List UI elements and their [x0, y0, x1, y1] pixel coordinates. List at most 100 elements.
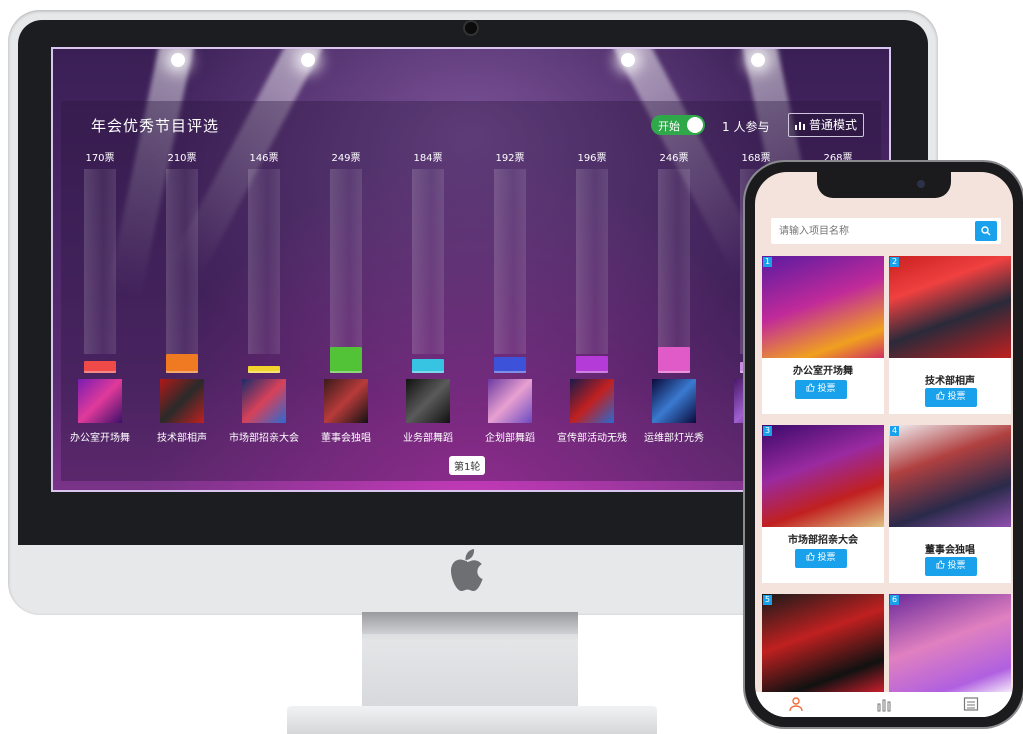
program-name-label: 企划部舞蹈	[485, 433, 535, 444]
search-button[interactable]	[975, 221, 997, 241]
phone-screen: 1办公室开场舞投票2技术部相声投票3市场部招亲大会投票4董事会独唱投票56	[755, 172, 1013, 717]
program-thumbnail	[242, 379, 286, 423]
vote-count-label: 146票	[249, 153, 279, 164]
program-number-badge: 6	[890, 595, 900, 605]
bar-track	[576, 169, 608, 354]
vote-button[interactable]: 投票	[795, 549, 847, 568]
vote-bar	[658, 347, 690, 373]
round-label: 第1轮	[449, 456, 486, 475]
vote-count-label: 249票	[331, 153, 361, 164]
program-photo	[889, 256, 1011, 358]
program-name-label: 办公室开场舞	[70, 433, 130, 444]
program-card[interactable]: 2 技术部相声 投票	[889, 256, 1011, 414]
mode-button-label: 普通模式	[809, 118, 858, 132]
program-bar-column: 170票办公室开场舞	[70, 149, 130, 449]
vote-button-label: 投票	[817, 553, 836, 563]
program-bar-column: 249票董事会独唱	[321, 149, 371, 449]
phone-notch	[817, 172, 951, 198]
program-thumbnail	[488, 379, 532, 423]
program-title: 办公室开场舞	[793, 366, 853, 377]
front-camera-icon	[917, 180, 925, 188]
toggle-label: 开始	[658, 120, 680, 133]
bar-track	[412, 169, 444, 354]
thumbs-up-icon	[806, 552, 816, 561]
vote-count-label: 192票	[495, 153, 525, 164]
program-name-label: 董事会独唱	[321, 433, 371, 444]
bar-chart-icon	[795, 121, 805, 130]
program-bar-column: 246票运维部灯光秀	[644, 149, 704, 449]
program-card[interactable]: 1 办公室开场舞投票	[762, 256, 884, 414]
bar-track	[494, 169, 526, 354]
vote-count-label: 168票	[741, 153, 771, 164]
vote-button[interactable]: 投票	[795, 380, 847, 399]
program-photo	[762, 256, 884, 358]
program-number-badge: 3	[763, 426, 773, 436]
program-photo	[762, 594, 884, 696]
program-title: 市场部招亲大会	[788, 535, 858, 546]
participant-count: 1 人参与	[722, 120, 770, 134]
program-bar-column: 184票业务部舞蹈	[403, 149, 453, 449]
program-card[interactable]: 4 董事会独唱投票	[889, 425, 1011, 583]
program-number-badge: 1	[763, 257, 773, 267]
vote-button[interactable]: 投票	[925, 388, 977, 407]
program-bar-column: 146票市场部招亲大会	[229, 149, 299, 449]
toggle-knob	[687, 117, 703, 133]
users-tab-icon[interactable]	[789, 696, 805, 712]
vote-bar	[576, 356, 608, 373]
imac-stand-base	[287, 706, 657, 734]
program-name-label: 市场部招亲大会	[229, 433, 299, 444]
program-name-label: 技术部相声	[157, 433, 207, 444]
program-photo	[762, 425, 884, 527]
program-number-badge: 5	[763, 595, 773, 605]
vote-count-label: 184票	[413, 153, 443, 164]
vote-count-label: 246票	[659, 153, 689, 164]
phone-frame: 1办公室开场舞投票2技术部相声投票3市场部招亲大会投票4董事会独唱投票56	[745, 162, 1023, 727]
bar-track	[248, 169, 280, 354]
program-number-badge: 2	[890, 257, 900, 267]
vote-bar	[330, 347, 362, 373]
vote-count-label: 170票	[85, 153, 115, 164]
vote-button-label: 投票	[947, 561, 966, 571]
program-thumbnail	[324, 379, 368, 423]
program-photo	[889, 425, 1011, 527]
vote-bar	[494, 357, 526, 373]
start-toggle[interactable]: 开始	[651, 115, 705, 135]
bottom-tab-bar	[755, 692, 1013, 717]
program-title: 董事会独唱	[925, 545, 975, 556]
thumbs-up-icon	[936, 391, 946, 400]
program-bar-column: 196票 宣传部活动无残	[557, 149, 627, 449]
vote-button[interactable]: 投票	[925, 557, 977, 576]
search-icon	[981, 226, 991, 236]
mode-button[interactable]: 普通模式	[788, 113, 865, 137]
program-name-label: 宣传部活动无残	[557, 433, 627, 444]
bar-track	[330, 169, 362, 354]
vote-bar	[412, 359, 444, 373]
apple-logo-icon	[451, 549, 483, 591]
bar-track	[166, 169, 198, 354]
vote-bar	[166, 354, 198, 373]
program-bar-column: 192票企划部舞蹈	[485, 149, 535, 449]
program-bar-column: 210票 技术部相声	[157, 149, 207, 449]
search-bar	[771, 218, 1001, 244]
thumbs-up-icon	[806, 383, 816, 392]
program-thumbnail	[652, 379, 696, 423]
program-name-label: 业务部舞蹈	[403, 433, 453, 444]
program-card[interactable]: 3 市场部招亲大会投票	[762, 425, 884, 583]
imac-stand-shadow	[362, 612, 578, 634]
search-input[interactable]	[771, 218, 987, 244]
program-number-badge: 4	[890, 426, 900, 436]
program-thumbnail	[406, 379, 450, 423]
program-thumbnail	[78, 379, 122, 423]
program-photo	[889, 594, 1011, 696]
thumbs-up-icon	[936, 560, 946, 569]
program-thumbnail	[160, 379, 204, 423]
page-title: 年会优秀节目评选	[91, 117, 220, 135]
vote-bar	[84, 361, 116, 373]
vote-bar	[248, 366, 280, 373]
bar-track	[84, 169, 116, 354]
chart-tab-icon[interactable]	[876, 696, 892, 712]
list-tab-icon[interactable]	[963, 696, 979, 712]
program-name-label: 运维部灯光秀	[644, 433, 704, 444]
camera-icon	[463, 20, 479, 36]
vote-button-label: 投票	[947, 392, 966, 402]
